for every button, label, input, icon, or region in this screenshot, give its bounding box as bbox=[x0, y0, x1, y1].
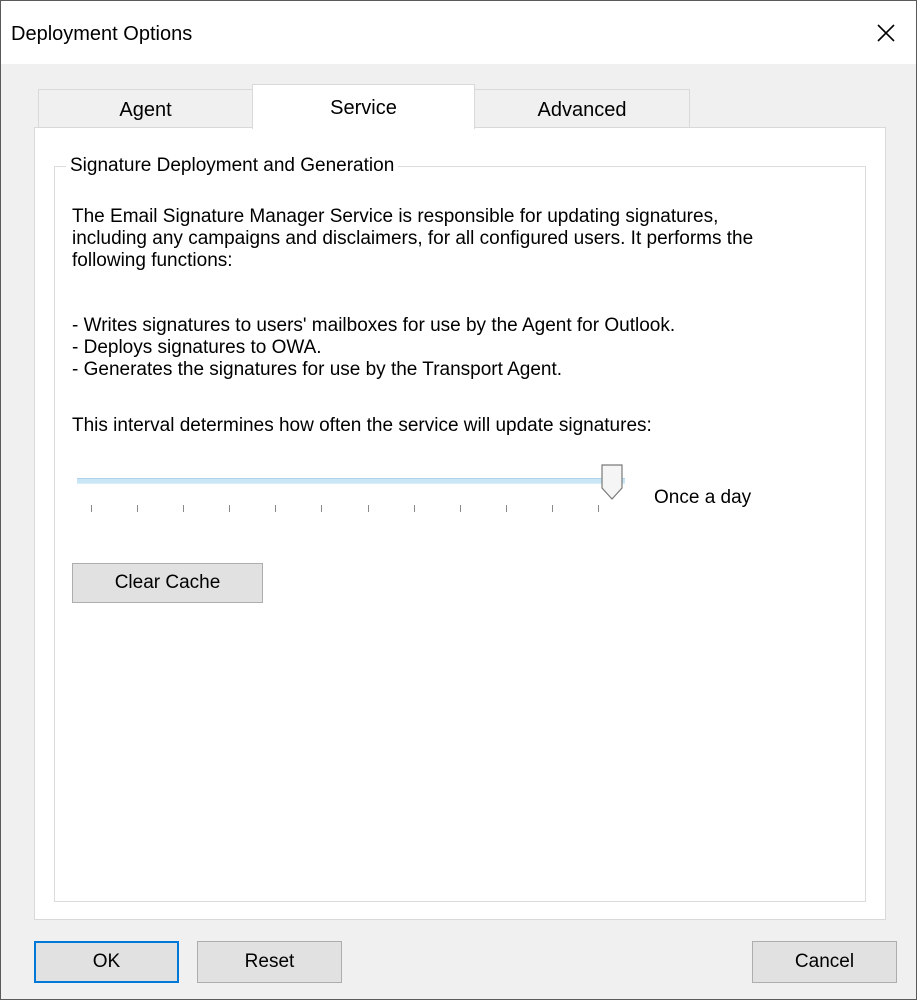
reset-button[interactable]: Reset bbox=[197, 941, 342, 983]
tab-advanced-label: Advanced bbox=[537, 99, 627, 121]
slider-tick bbox=[91, 505, 92, 512]
tab-agent[interactable]: Agent bbox=[38, 89, 253, 127]
cancel-button[interactable]: Cancel bbox=[752, 941, 897, 983]
slider-tick bbox=[505, 505, 507, 512]
description-line: The Email Signature Manager Service is r… bbox=[72, 206, 719, 227]
functions-list: - Writes signatures to users' mailboxes … bbox=[72, 315, 675, 381]
close-icon bbox=[877, 23, 895, 42]
slider-tick bbox=[137, 505, 139, 512]
interval-label: This interval determines how often the s… bbox=[72, 415, 652, 436]
cancel-label: Cancel bbox=[794, 951, 855, 972]
slider-tick bbox=[321, 505, 323, 512]
tab-service-label: Service bbox=[330, 97, 397, 119]
slider-tick bbox=[275, 505, 277, 512]
slider-tick bbox=[551, 505, 553, 512]
title-bar: Deployment Options bbox=[1, 1, 916, 64]
tab-advanced[interactable]: Advanced bbox=[474, 89, 690, 127]
list-item: - Writes signatures to users' mailboxes … bbox=[72, 315, 676, 336]
slider-tick bbox=[183, 505, 185, 512]
reset-label: Reset bbox=[244, 951, 295, 972]
tab-service[interactable]: Service bbox=[252, 84, 475, 129]
service-description: The Email Signature Manager Service is r… bbox=[72, 206, 852, 272]
slider-tick bbox=[598, 505, 599, 512]
slider-tick bbox=[459, 505, 461, 512]
clear-cache-button[interactable]: Clear Cache bbox=[72, 563, 263, 603]
update-interval-slider-track[interactable] bbox=[77, 478, 625, 484]
tab-agent-label: Agent bbox=[119, 99, 172, 121]
update-interval-slider-thumb[interactable] bbox=[601, 464, 623, 500]
slider-tick bbox=[367, 505, 369, 512]
slider-tick bbox=[229, 505, 231, 512]
ok-label: OK bbox=[92, 951, 121, 972]
slider-ticks bbox=[55, 505, 655, 515]
slider-tick bbox=[413, 505, 415, 512]
deployment-options-dialog: Deployment Options Agent Service Advance… bbox=[0, 0, 917, 1000]
clear-cache-label: Clear Cache bbox=[114, 572, 221, 593]
window-title: Deployment Options bbox=[11, 23, 193, 45]
description-line: including any campaigns and disclaimers,… bbox=[72, 228, 754, 249]
ok-button[interactable]: OK bbox=[34, 941, 179, 983]
signature-deployment-groupbox: Signature Deployment and Generation The … bbox=[54, 155, 866, 902]
list-item: - Generates the signatures for use by th… bbox=[72, 359, 563, 380]
slider-value-label: Once a day bbox=[654, 487, 752, 508]
groupbox-legend: Signature Deployment and Generation bbox=[66, 155, 399, 177]
service-tab-panel: Signature Deployment and Generation The … bbox=[34, 127, 886, 920]
list-item: - Deploys signatures to OWA. bbox=[72, 337, 322, 358]
close-button[interactable] bbox=[856, 1, 916, 64]
description-line: following functions: bbox=[72, 250, 233, 271]
